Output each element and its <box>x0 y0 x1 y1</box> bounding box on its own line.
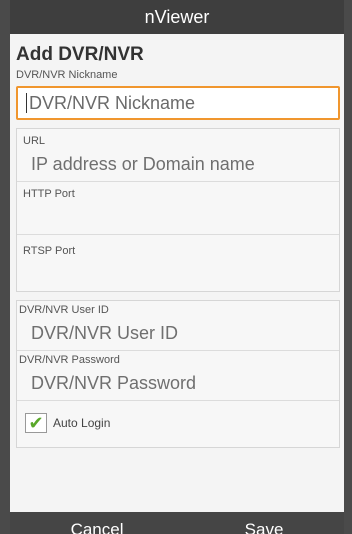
password-label: DVR/NVR Password <box>19 354 120 366</box>
connection-group: URL IP address or Domain name HTTP Port … <box>16 128 340 292</box>
text-cursor <box>26 93 27 113</box>
app-window: nViewer Add DVR/NVR DVR/NVR Nickname DVR… <box>10 0 344 534</box>
user-id-placeholder: DVR/NVR User ID <box>31 322 179 343</box>
nickname-placeholder: DVR/NVR Nickname <box>29 92 196 113</box>
save-button[interactable]: Save <box>245 520 284 534</box>
form-heading: Add DVR/NVR <box>16 44 144 65</box>
credentials-group: DVR/NVR User ID DVR/NVR User ID DVR/NVR … <box>16 300 340 448</box>
url-input[interactable]: IP address or Domain name <box>17 147 339 182</box>
user-id-label: DVR/NVR User ID <box>19 304 109 316</box>
http-port-label: HTTP Port <box>23 188 75 200</box>
url-placeholder: IP address or Domain name <box>31 153 255 174</box>
rtsp-port-input[interactable] <box>17 257 339 291</box>
title-bar: nViewer <box>10 0 344 34</box>
password-input[interactable]: DVR/NVR Password <box>17 366 339 401</box>
nickname-input[interactable]: DVR/NVR Nickname <box>16 86 340 120</box>
user-id-input[interactable]: DVR/NVR User ID <box>17 316 339 351</box>
app-title: nViewer <box>144 6 210 27</box>
cancel-button[interactable]: Cancel <box>71 520 124 534</box>
auto-login-label: Auto Login <box>53 416 111 430</box>
auto-login-checkbox[interactable]: ✔ <box>25 413 47 433</box>
url-label: URL <box>23 135 46 147</box>
action-bar: Cancel Save <box>10 512 344 534</box>
http-port-input[interactable] <box>17 200 339 235</box>
rtsp-port-label: RTSP Port <box>23 245 76 257</box>
nickname-label: DVR/NVR Nickname <box>16 69 118 81</box>
auto-login-row[interactable]: ✔ Auto Login <box>17 401 339 447</box>
checkmark-icon: ✔ <box>28 413 44 433</box>
password-placeholder: DVR/NVR Password <box>31 372 197 393</box>
